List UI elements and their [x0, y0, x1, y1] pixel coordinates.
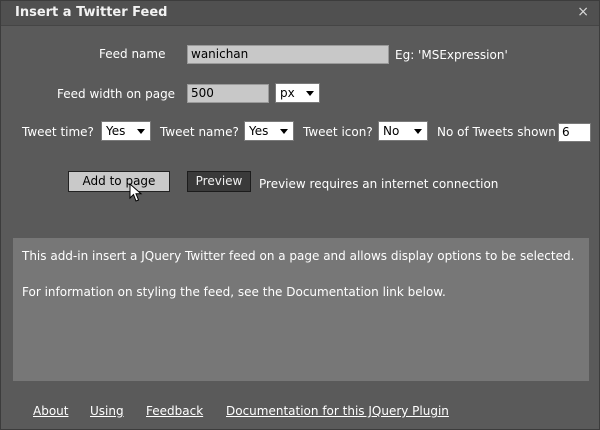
- feed-name-hint: Eg: 'MSExpression': [395, 48, 508, 62]
- feed-name-label: Feed name: [99, 47, 166, 61]
- close-icon[interactable]: ×: [577, 4, 589, 20]
- tweet-name-select[interactable]: Yes: [244, 121, 294, 141]
- feed-width-label: Feed width on page: [57, 87, 176, 101]
- dialog-title: Insert a Twitter Feed: [15, 5, 168, 20]
- unit-select-value: px: [280, 86, 295, 100]
- chevron-down-icon: [137, 129, 145, 134]
- tweet-icon-label: Tweet icon?: [303, 125, 373, 139]
- tweet-count-input[interactable]: 6: [558, 123, 591, 142]
- tweet-time-select-value: Yes: [106, 124, 126, 138]
- info-description: This add-in insert a JQuery Twitter feed…: [22, 249, 575, 263]
- tweet-count-label: No of Tweets shown: [437, 125, 556, 139]
- preview-button[interactable]: Preview: [187, 171, 251, 192]
- tweet-name-label: Tweet name?: [160, 125, 239, 139]
- about-link[interactable]: About: [33, 404, 68, 418]
- chevron-down-icon: [280, 129, 288, 134]
- feedback-link[interactable]: Feedback: [146, 404, 203, 418]
- info-panel: This add-in insert a JQuery Twitter feed…: [13, 238, 589, 381]
- tweet-name-select-value: Yes: [249, 124, 269, 138]
- title-bar: Insert a Twitter Feed ×: [1, 1, 599, 26]
- add-to-page-button[interactable]: Add to page: [68, 171, 170, 192]
- preview-note: Preview requires an internet connection: [259, 177, 499, 191]
- feed-name-input[interactable]: wanichan: [187, 45, 389, 64]
- unit-select[interactable]: px: [275, 83, 320, 103]
- insert-twitter-feed-dialog: Insert a Twitter Feed × Feed name wanich…: [0, 0, 600, 430]
- tweet-time-select[interactable]: Yes: [101, 121, 151, 141]
- tweet-icon-select[interactable]: No: [378, 121, 428, 141]
- mouse-pointer-icon: [129, 183, 143, 202]
- using-link[interactable]: Using: [90, 404, 124, 418]
- chevron-down-icon: [306, 91, 314, 96]
- tweet-icon-select-value: No: [383, 124, 400, 138]
- documentation-link[interactable]: Documentation for this JQuery Plugin: [226, 404, 449, 418]
- chevron-down-icon: [414, 129, 422, 134]
- info-styling-note: For information on styling the feed, see…: [22, 285, 446, 299]
- feed-width-input[interactable]: 500: [187, 84, 269, 103]
- tweet-time-label: Tweet time?: [22, 125, 94, 139]
